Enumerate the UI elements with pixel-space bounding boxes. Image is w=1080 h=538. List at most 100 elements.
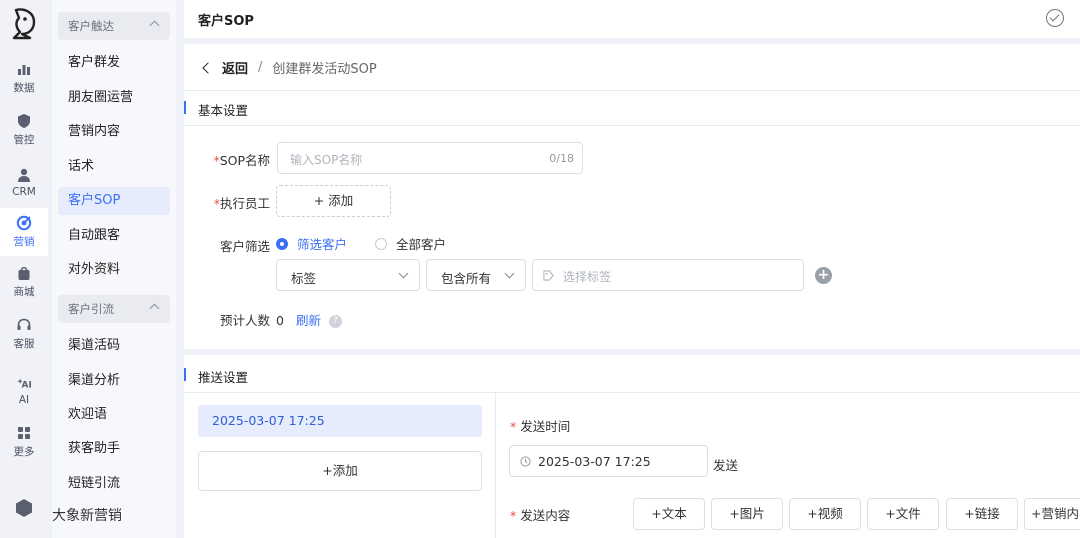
group-header-label: 客户引流 — [68, 302, 114, 316]
menu-item-external-material[interactable]: 对外资料 — [58, 256, 170, 284]
rail-item-ai[interactable]: AI AI — [0, 366, 48, 414]
rail-item-service[interactable]: 客服 — [0, 310, 48, 358]
divider — [184, 125, 1080, 126]
rail-label: 更多 — [13, 446, 35, 458]
group-header-customer-acquisition[interactable]: 客户引流 — [58, 295, 170, 323]
menu-item-customer-sop[interactable]: 客户SOP — [58, 187, 170, 215]
chevron-up-icon — [149, 303, 160, 314]
rail-label: 客服 — [13, 338, 35, 350]
basic-settings-panel: 返回 / 创建群发活动SOP 基本设置 *SOP名称 输入SOP名称 0/18 … — [183, 44, 1080, 349]
radio-label: 筛选客户 — [297, 237, 348, 252]
chevron-down-icon — [504, 268, 515, 279]
send-content-label-text: 发送内容 — [520, 508, 571, 523]
tag-type-select[interactable]: 标签 — [276, 259, 420, 291]
sop-name-placeholder: 输入SOP名称 — [290, 153, 363, 167]
radio-all-customers[interactable]: 全部客户 — [375, 234, 446, 253]
send-suffix: 发送 — [713, 458, 739, 473]
menu-item-auto-follow[interactable]: 自动跟客 — [58, 222, 170, 250]
headset-icon — [17, 318, 31, 330]
radio-label: 全部客户 — [396, 237, 447, 252]
divider — [184, 90, 1080, 91]
top-bar: 客户SOP — [184, 0, 1080, 38]
send-time-label-text: 发送时间 — [520, 419, 571, 434]
add-image-button[interactable]: +图片 — [711, 498, 783, 530]
sop-name-input[interactable]: 输入SOP名称 0/18 — [277, 142, 583, 174]
rail-label: 数据 — [13, 82, 35, 94]
add-filter-icon[interactable]: + — [815, 267, 832, 284]
hexagon-icon — [16, 499, 32, 517]
brand-logo-icon — [12, 8, 36, 40]
add-text-button[interactable]: +文本 — [633, 498, 705, 530]
required-mark: * — [510, 419, 517, 434]
rail-item-marketing[interactable]: 营销 — [0, 208, 48, 256]
menu-item-scripts[interactable]: 话术 — [58, 153, 170, 181]
estimate-label: 预计人数 — [219, 313, 270, 328]
divider — [184, 392, 1080, 393]
menu-item-marketing-content[interactable]: 营销内容 — [58, 118, 170, 146]
ai-sparkle-icon: AI — [17, 377, 32, 390]
icon-rail: 数据 管控 CRM 营销 商城 客服 AI AI 更多 — [0, 0, 48, 538]
menu-item-channel-code[interactable]: 渠道活码 — [58, 332, 170, 360]
check-circle-icon[interactable] — [1046, 9, 1064, 27]
menu-item-moments[interactable]: 朋友圈运营 — [58, 84, 170, 112]
person-icon — [18, 168, 30, 182]
sop-name-label: *SOP名称 — [208, 150, 270, 169]
required-mark: * — [510, 508, 517, 523]
rail-item-more[interactable]: 更多 — [0, 418, 48, 466]
target-icon — [16, 215, 32, 231]
menu-item-short-link[interactable]: 短链引流 — [58, 470, 170, 498]
bar-chart-icon — [18, 65, 30, 75]
radio-dot — [375, 237, 387, 250]
group-header-label: 客户触达 — [68, 19, 114, 33]
add-video-button[interactable]: +视频 — [789, 498, 861, 530]
refresh-link[interactable]: 刷新 — [296, 313, 321, 328]
menu-item-mass-send[interactable]: 客户群发 — [58, 49, 170, 77]
clock-icon — [520, 456, 531, 467]
rail-item-crm[interactable]: CRM — [0, 158, 48, 206]
divider-vertical — [495, 393, 496, 538]
staff-label: *执行员工 — [208, 193, 270, 212]
tag-picker-input[interactable]: 选择标签 — [532, 259, 804, 291]
send-time-label: * 发送时间 — [510, 416, 570, 435]
rail-label: CRM — [12, 185, 36, 198]
rail-label: 商城 — [13, 286, 35, 298]
menu-item-channel-analysis[interactable]: 渠道分析 — [58, 367, 170, 395]
rail-item-data[interactable]: 数据 — [0, 54, 48, 102]
schedule-item[interactable]: 2025-03-07 17:25 — [198, 405, 482, 437]
overlay-caption: 大象新营销 — [52, 508, 122, 524]
chevron-left-icon[interactable] — [202, 61, 214, 74]
tag-icon — [543, 270, 554, 281]
rail-label: 营销 — [13, 236, 35, 248]
estimate-value: 0 — [276, 313, 284, 328]
send-time-picker[interactable]: 2025-03-07 17:25 — [509, 445, 708, 477]
add-file-button[interactable]: +文件 — [867, 498, 939, 530]
estimate-row: 0 刷新 ? — [276, 310, 342, 329]
chevron-down-icon — [398, 268, 409, 279]
submenu: 客户触达 客户群发 朋友圈运营 营销内容 话术 客户SOP 自动跟客 对外资料 … — [52, 0, 176, 538]
add-schedule-button[interactable]: +添加 — [198, 451, 482, 491]
select-value: 包含所有 — [441, 271, 492, 286]
group-header-customer-reach[interactable]: 客户触达 — [58, 12, 170, 40]
match-mode-select[interactable]: 包含所有 — [426, 259, 526, 291]
rail-item-mall[interactable]: 商城 — [0, 258, 48, 306]
rail-label: AI — [18, 393, 30, 406]
add-link-button[interactable]: +链接 — [946, 498, 1018, 530]
staff-label-text: 执行员工 — [219, 196, 270, 211]
add-marketing-content-button[interactable]: +营销内 — [1024, 498, 1080, 530]
menu-item-acquisition-assistant[interactable]: 获客助手 — [58, 435, 170, 463]
grid-icon — [18, 427, 30, 439]
rail-item-control[interactable]: 管控 — [0, 106, 48, 154]
send-content-label: * 发送内容 — [510, 505, 570, 524]
back-link[interactable]: 返回 — [222, 58, 248, 77]
filter-label: 客户筛选 — [219, 239, 270, 254]
section-title-basic: 基本设置 — [183, 100, 248, 119]
chevron-up-icon — [149, 20, 160, 31]
radio-filter-customers[interactable]: 筛选客户 — [276, 234, 347, 253]
bag-icon — [18, 267, 30, 280]
breadcrumb: 返回 / 创建群发活动SOP — [200, 58, 377, 77]
menu-item-welcome-message[interactable]: 欢迎语 — [58, 401, 170, 429]
tag-picker-placeholder: 选择标签 — [563, 270, 612, 284]
help-icon[interactable]: ? — [328, 315, 342, 328]
add-staff-button[interactable]: + 添加 — [276, 185, 391, 217]
push-settings-panel: 推送设置 2025-03-07 17:25 +添加 * 发送时间 2025-03… — [183, 355, 1080, 538]
